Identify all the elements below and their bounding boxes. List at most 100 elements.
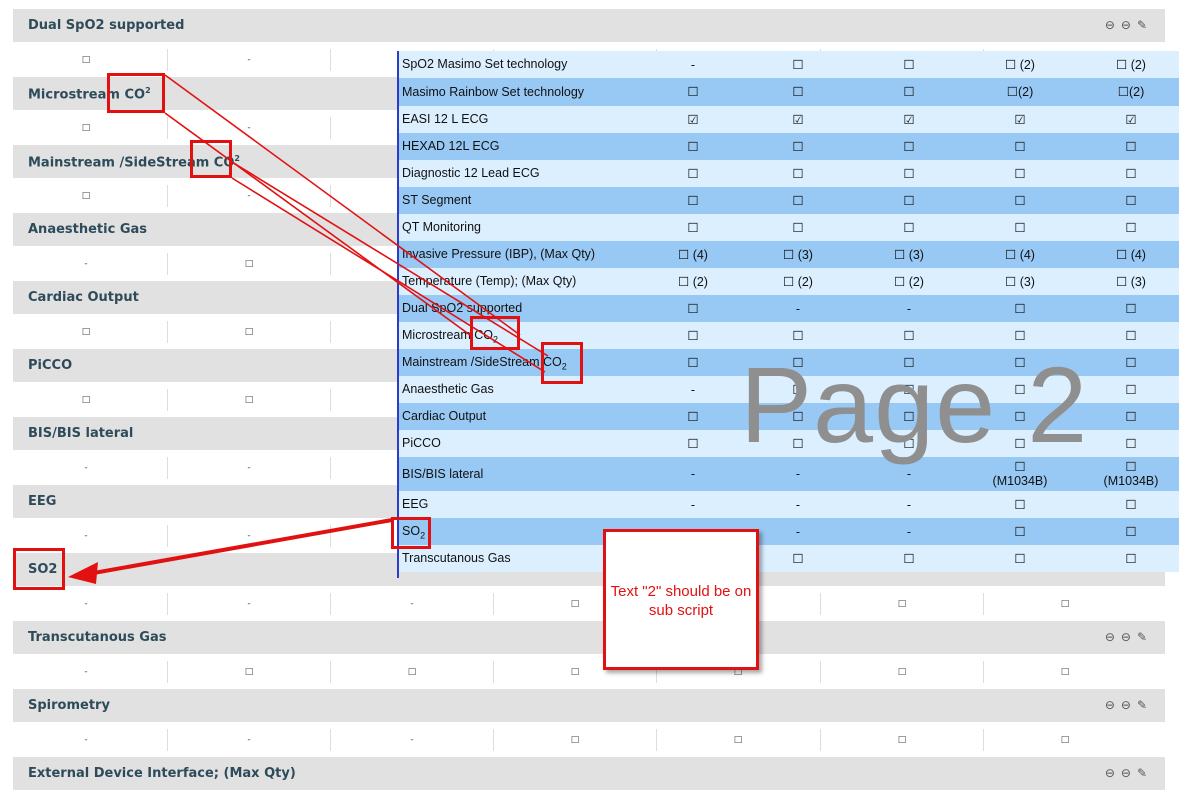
- overlay-value-cell[interactable]: ☐: [965, 498, 1075, 512]
- overlay-value-cell[interactable]: ☐: [965, 302, 1075, 316]
- overlay-value-cell[interactable]: ☐: [743, 329, 853, 343]
- overlay-value-cell[interactable]: ☐: [638, 85, 748, 99]
- overlay-value-cell[interactable]: ☐: [965, 167, 1075, 181]
- overlay-value-cell[interactable]: ☐: [1076, 194, 1179, 208]
- overlay-value-cell[interactable]: ☐: [1076, 140, 1179, 154]
- overlay-value-cell[interactable]: -: [743, 302, 853, 316]
- value-cell[interactable]: □: [189, 385, 309, 416]
- value-cell[interactable]: □: [26, 45, 146, 76]
- overlay-value-cell[interactable]: ☐ (3): [965, 275, 1075, 289]
- value-cell[interactable]: -: [26, 589, 146, 620]
- value-cell[interactable]: -: [26, 249, 146, 280]
- value-cell[interactable]: □: [189, 317, 309, 348]
- value-cell[interactable]: □: [1005, 657, 1125, 688]
- value-cell[interactable]: □: [1005, 589, 1125, 620]
- overlay-value-cell[interactable]: ☐: [1076, 302, 1179, 316]
- value-cell[interactable]: □: [515, 725, 635, 756]
- overlay-value-cell[interactable]: ☐: [1076, 221, 1179, 235]
- overlay-value-cell[interactable]: ☐ (2): [638, 275, 748, 289]
- overlay-value-cell[interactable]: ☐ (3): [743, 248, 853, 262]
- overlay-value-cell[interactable]: ☐: [965, 140, 1075, 154]
- overlay-value-cell[interactable]: -: [743, 498, 853, 512]
- overlay-value-cell[interactable]: ☐: [1076, 383, 1179, 397]
- overlay-value-cell[interactable]: ☐: [638, 302, 748, 316]
- overlay-value-cell[interactable]: ☐: [743, 58, 853, 72]
- overlay-value-cell[interactable]: ☐ (3): [854, 248, 964, 262]
- value-cell[interactable]: □: [842, 725, 962, 756]
- overlay-value-cell[interactable]: ☐: [1076, 329, 1179, 343]
- overlay-value-cell[interactable]: ☐: [638, 437, 748, 451]
- value-cell[interactable]: □: [26, 385, 146, 416]
- overlay-value-cell[interactable]: ☐ (2): [1076, 58, 1179, 72]
- overlay-value-cell[interactable]: ☐: [854, 85, 964, 99]
- overlay-value-cell[interactable]: ☐ (4): [1076, 248, 1179, 262]
- value-cell[interactable]: □: [26, 317, 146, 348]
- overlay-value-cell[interactable]: ☐: [1076, 356, 1179, 370]
- value-cell[interactable]: □: [189, 657, 309, 688]
- value-cell[interactable]: □: [678, 725, 798, 756]
- row-action-icons[interactable]: ⊖⊖✎: [1105, 698, 1153, 712]
- overlay-value-cell[interactable]: ☐: [965, 552, 1075, 566]
- overlay-value-cell[interactable]: ☐: [743, 85, 853, 99]
- value-cell[interactable]: -: [352, 589, 472, 620]
- overlay-value-cell[interactable]: ☐: [1076, 410, 1179, 424]
- overlay-value-cell[interactable]: ☐ (2): [965, 58, 1075, 72]
- overlay-value-cell[interactable]: ☐: [1076, 552, 1179, 566]
- overlay-value-cell[interactable]: ☐: [743, 140, 853, 154]
- value-cell[interactable]: -: [26, 453, 146, 484]
- overlay-value-cell[interactable]: -: [743, 467, 853, 481]
- overlay-value-cell[interactable]: ☐: [854, 329, 964, 343]
- overlay-value-cell[interactable]: ☐: [1076, 498, 1179, 512]
- row-action-icons[interactable]: ⊖⊖✎: [1105, 766, 1153, 780]
- overlay-value-cell[interactable]: ☐ (3): [1076, 275, 1179, 289]
- overlay-value-cell[interactable]: ☐: [854, 58, 964, 72]
- value-cell[interactable]: -: [189, 453, 309, 484]
- value-cell[interactable]: -: [352, 725, 472, 756]
- overlay-value-cell[interactable]: ☐: [854, 167, 964, 181]
- value-cell[interactable]: □: [352, 657, 472, 688]
- overlay-value-cell[interactable]: ☐: [854, 140, 964, 154]
- value-cell[interactable]: -: [189, 589, 309, 620]
- value-cell[interactable]: □: [1005, 725, 1125, 756]
- overlay-value-cell[interactable]: ☐ (4): [638, 248, 748, 262]
- overlay-value-cell[interactable]: -: [854, 467, 964, 481]
- overlay-value-cell[interactable]: -: [638, 467, 748, 481]
- overlay-value-cell[interactable]: ☐: [965, 525, 1075, 539]
- overlay-value-cell[interactable]: -: [854, 498, 964, 512]
- value-cell[interactable]: -: [189, 45, 309, 76]
- overlay-value-cell[interactable]: ☐: [638, 329, 748, 343]
- overlay-value-cell[interactable]: -: [638, 498, 748, 512]
- overlay-value-cell[interactable]: ☑: [1076, 113, 1179, 127]
- value-cell[interactable]: □: [189, 249, 309, 280]
- overlay-value-cell[interactable]: -: [854, 525, 964, 539]
- value-cell[interactable]: -: [189, 521, 309, 552]
- overlay-value-cell[interactable]: ☐: [638, 167, 748, 181]
- overlay-value-cell[interactable]: ☑: [638, 113, 748, 127]
- overlay-value-cell[interactable]: ☐: [1076, 167, 1179, 181]
- value-cell[interactable]: -: [189, 725, 309, 756]
- overlay-value-cell[interactable]: ☐: [743, 167, 853, 181]
- overlay-value-cell[interactable]: ☐ (2): [743, 275, 853, 289]
- overlay-value-cell[interactable]: ☐(2): [1076, 85, 1179, 99]
- overlay-value-cell[interactable]: ☐ (4): [965, 248, 1075, 262]
- overlay-value-cell[interactable]: -: [638, 58, 748, 72]
- overlay-value-cell[interactable]: ☐: [638, 140, 748, 154]
- overlay-value-cell[interactable]: ☑: [854, 113, 964, 127]
- overlay-value-cell[interactable]: ☐: [743, 221, 853, 235]
- overlay-value-cell[interactable]: -: [638, 383, 748, 397]
- overlay-value-cell[interactable]: ☐: [965, 194, 1075, 208]
- overlay-value-cell[interactable]: ☐: [965, 221, 1075, 235]
- overlay-value-cell[interactable]: ☑: [743, 113, 853, 127]
- row-action-icons[interactable]: ⊖⊖✎: [1105, 630, 1153, 644]
- overlay-value-cell[interactable]: ☐: [854, 221, 964, 235]
- overlay-value-cell[interactable]: ☐: [743, 194, 853, 208]
- overlay-value-cell[interactable]: -: [854, 302, 964, 316]
- overlay-value-cell[interactable]: ☐: [1076, 525, 1179, 539]
- overlay-value-cell[interactable]: ☐: [1076, 437, 1179, 451]
- value-cell[interactable]: -: [26, 657, 146, 688]
- overlay-value-cell[interactable]: -: [743, 525, 853, 539]
- overlay-value-cell[interactable]: ☐: [638, 410, 748, 424]
- value-cell[interactable]: □: [842, 589, 962, 620]
- overlay-value-cell[interactable]: ☐: [638, 221, 748, 235]
- overlay-value-cell[interactable]: ☐: [965, 329, 1075, 343]
